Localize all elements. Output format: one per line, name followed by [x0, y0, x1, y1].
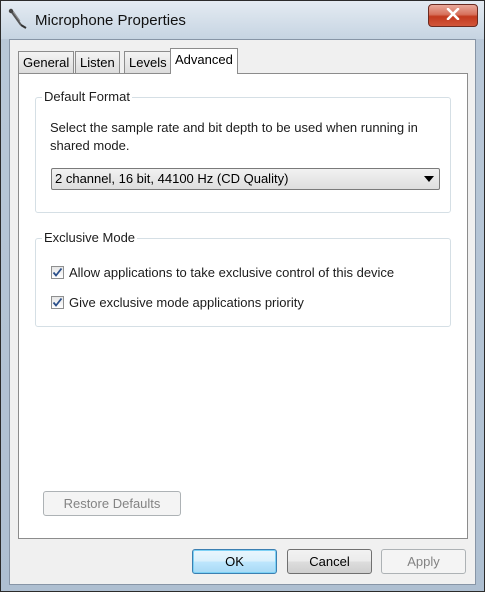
exclusive-mode-group: Exclusive Mode Allow applications to tak…	[35, 230, 451, 327]
tab-label: Levels	[129, 55, 167, 70]
dialog-window: Microphone Properties General Listen Lev…	[0, 0, 485, 592]
tab-label: General	[23, 55, 70, 70]
default-format-dropdown[interactable]: 2 channel, 16 bit, 44100 Hz (CD Quality)	[51, 168, 440, 190]
exclusive-priority-checkbox[interactable]	[51, 296, 64, 309]
allow-exclusive-control-checkbox[interactable]	[51, 266, 64, 279]
ok-button[interactable]: OK	[192, 549, 277, 574]
exclusive-priority-option[interactable]: Give exclusive mode applications priorit…	[51, 294, 304, 311]
tab-general[interactable]: General	[18, 51, 75, 73]
tab-listen[interactable]: Listen	[75, 51, 120, 73]
apply-button[interactable]: Apply	[381, 549, 466, 574]
default-format-group: Default Format Select the sample rate an…	[35, 89, 451, 213]
close-icon	[446, 7, 460, 23]
tab-levels[interactable]: Levels	[124, 51, 172, 73]
microphone-icon	[7, 8, 29, 30]
dialog-client-area: General Listen Levels Advanced Default F…	[9, 39, 476, 585]
chevron-down-icon	[424, 176, 434, 182]
default-format-description: Select the sample rate and bit depth to …	[50, 120, 418, 153]
tab-advanced[interactable]: Advanced	[170, 48, 238, 74]
advanced-tab-panel: Default Format Select the sample rate an…	[18, 73, 468, 539]
allow-exclusive-control-option[interactable]: Allow applications to take exclusive con…	[51, 264, 394, 281]
cancel-button[interactable]: Cancel	[287, 549, 372, 574]
tab-label: Listen	[80, 55, 115, 70]
allow-exclusive-control-label: Allow applications to take exclusive con…	[69, 265, 395, 280]
dropdown-selected-value: 2 channel, 16 bit, 44100 Hz (CD Quality)	[55, 171, 289, 186]
tab-label: Advanced	[175, 52, 233, 67]
title-bar[interactable]: Microphone Properties	[1, 1, 484, 39]
checkmark-icon	[52, 267, 63, 277]
exclusive-priority-label: Give exclusive mode applications priorit…	[69, 295, 304, 310]
window-title: Microphone Properties	[35, 12, 186, 29]
close-button[interactable]	[428, 4, 478, 27]
default-format-label: Default Format	[42, 89, 132, 104]
checkmark-icon	[52, 297, 63, 307]
restore-defaults-button[interactable]: Restore Defaults	[43, 491, 181, 516]
exclusive-mode-label: Exclusive Mode	[42, 230, 138, 245]
